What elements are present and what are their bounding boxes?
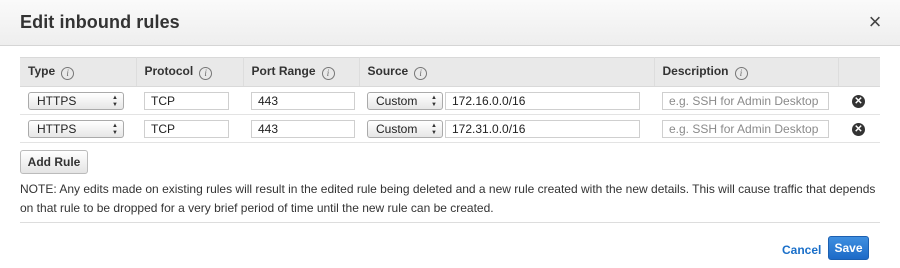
- remove-rule-icon[interactable]: ✕: [852, 123, 865, 136]
- description-cell: e.g. SSH for Admin Desktop: [654, 114, 838, 143]
- column-label: Type: [28, 64, 56, 78]
- footer-divider: [20, 222, 880, 223]
- column-label: Description: [662, 64, 729, 78]
- select-arrows-icon: ▲ ▼: [112, 122, 118, 136]
- port-range-field[interactable]: 443: [251, 119, 355, 138]
- description-field[interactable]: e.g. SSH for Admin Desktop: [662, 91, 829, 110]
- source-cidr-field[interactable]: 172.31.0.0/16: [445, 119, 640, 138]
- table-row: HTTPS ▲ ▼ TCP 443 Custom ▲ ▼ 172.16.0.0/16: [20, 86, 880, 115]
- select-arrows-icon: ▲ ▼: [431, 94, 437, 108]
- column-header-actions: [838, 57, 880, 87]
- edit-inbound-rules-dialog: Edit inbound rules × Type i Protocol i Por…: [0, 0, 900, 268]
- column-header-type: Type i: [20, 57, 137, 87]
- source-mode-value: Custom: [376, 93, 418, 108]
- source-cell: Custom ▲ ▼ 172.31.0.0/16: [359, 114, 654, 143]
- column-header-port-range: Port Range i: [243, 57, 360, 87]
- type-select[interactable]: HTTPS ▲ ▼: [28, 119, 124, 138]
- protocol-field[interactable]: TCP: [144, 91, 229, 110]
- table-row: HTTPS ▲ ▼ TCP 443 Custom ▲ ▼ 172.31.0.0/16: [20, 114, 880, 143]
- column-label: Port Range: [251, 64, 316, 78]
- dialog-header: Edit inbound rules ×: [0, 0, 900, 46]
- type-select-value: HTTPS: [37, 93, 77, 108]
- port-range-cell: 443: [243, 86, 359, 115]
- column-label: Protocol: [144, 64, 194, 78]
- port-range-cell: 443: [243, 114, 359, 143]
- table-header-row: Type i Protocol i Port Range i Source i Desc…: [20, 57, 880, 87]
- info-icon[interactable]: i: [321, 67, 335, 80]
- column-header-source: Source i: [359, 57, 655, 87]
- type-cell: HTTPS ▲ ▼: [20, 86, 136, 115]
- column-label: Source: [367, 64, 409, 78]
- cancel-button[interactable]: Cancel: [782, 243, 821, 257]
- close-icon[interactable]: ×: [864, 10, 886, 34]
- type-select[interactable]: HTTPS ▲ ▼: [28, 91, 124, 110]
- column-header-protocol: Protocol i: [136, 57, 244, 87]
- protocol-cell: TCP: [136, 86, 243, 115]
- actions-cell: ✕: [838, 86, 880, 115]
- description-cell: e.g. SSH for Admin Desktop: [654, 86, 838, 115]
- select-arrows-icon: ▲ ▼: [431, 122, 437, 136]
- source-mode-value: Custom: [376, 121, 418, 136]
- edit-warning-note: NOTE: Any edits made on existing rules w…: [20, 182, 876, 215]
- type-select-value: HTTPS: [37, 121, 77, 136]
- add-rule-button[interactable]: Add Rule: [20, 150, 88, 174]
- info-icon[interactable]: i: [734, 67, 748, 80]
- actions-cell: ✕: [838, 114, 880, 143]
- save-button[interactable]: Save: [828, 236, 869, 260]
- description-field[interactable]: e.g. SSH for Admin Desktop: [662, 119, 829, 138]
- port-range-field[interactable]: 443: [251, 91, 355, 110]
- inbound-rules-table: Type i Protocol i Port Range i Source i Desc…: [20, 57, 880, 143]
- dialog-title: Edit inbound rules: [20, 12, 180, 32]
- select-arrows-icon: ▲ ▼: [112, 94, 118, 108]
- info-icon[interactable]: i: [414, 67, 428, 80]
- info-icon[interactable]: i: [61, 67, 75, 80]
- remove-rule-icon[interactable]: ✕: [852, 95, 865, 108]
- protocol-field[interactable]: TCP: [144, 119, 229, 138]
- source-cell: Custom ▲ ▼ 172.16.0.0/16: [359, 86, 654, 115]
- info-icon[interactable]: i: [199, 67, 213, 80]
- column-header-description: Description i: [654, 57, 839, 87]
- type-cell: HTTPS ▲ ▼: [20, 114, 136, 143]
- source-mode-select[interactable]: Custom ▲ ▼: [367, 119, 443, 138]
- source-cidr-field[interactable]: 172.16.0.0/16: [445, 91, 640, 110]
- source-mode-select[interactable]: Custom ▲ ▼: [367, 91, 443, 110]
- protocol-cell: TCP: [136, 114, 243, 143]
